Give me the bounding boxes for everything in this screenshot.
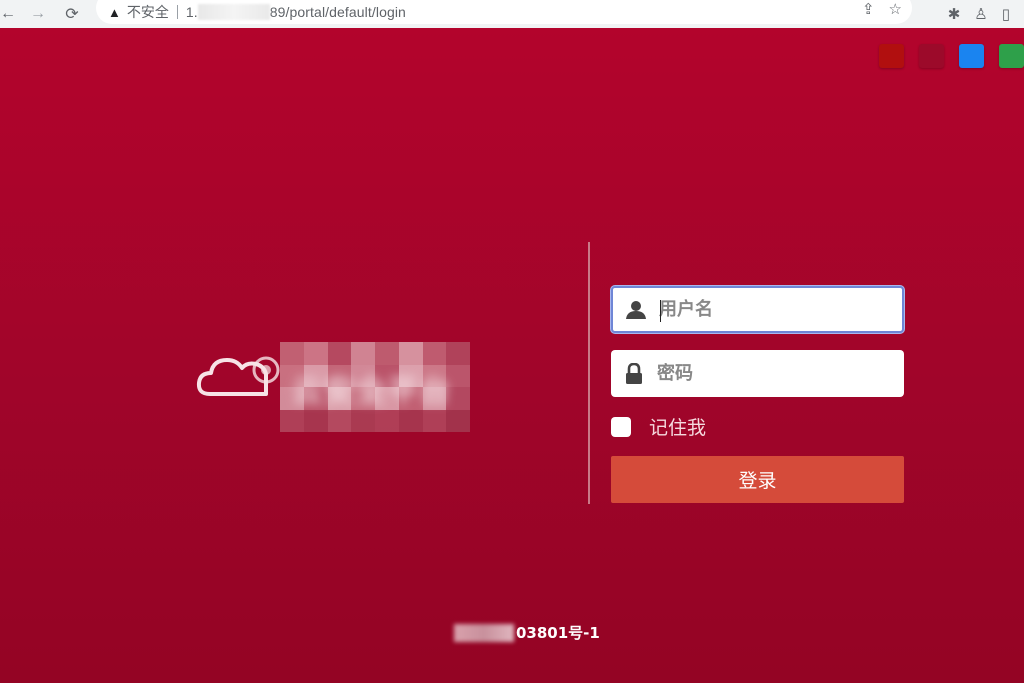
profile-extension-icon[interactable]: ♙: [974, 5, 987, 23]
remember-me: 记住我: [611, 413, 904, 440]
password-input[interactable]: [657, 363, 887, 384]
user-icon: [613, 300, 659, 320]
brand-logo: 云安全平台: [196, 340, 476, 432]
url-suffix: 89/portal/default/login: [269, 4, 406, 20]
bookmark-star-icon[interactable]: ☆: [889, 0, 902, 18]
security-label: 不安全: [126, 4, 169, 20]
reload-icon[interactable]: ⟳: [58, 0, 86, 28]
omnibox-separator: [176, 5, 178, 19]
share-icon[interactable]: ⇪: [862, 0, 875, 18]
browser-toolbar: ← → ⟳ ▲ 不安全 1. 89/portal/default/login ⇪…: [0, 0, 1024, 28]
theme-swatch[interactable]: [919, 44, 944, 68]
vertical-divider: [588, 242, 590, 504]
lock-icon: [611, 362, 657, 385]
password-field[interactable]: [611, 350, 904, 397]
login-button[interactable]: 登录: [611, 456, 904, 503]
url-prefix: 1.: [185, 4, 198, 20]
back-arrow-icon[interactable]: ←: [0, 0, 16, 28]
brand-text: 云安全平台: [292, 375, 452, 408]
remember-me-checkbox[interactable]: [611, 416, 631, 437]
side-panel-icon[interactable]: ▯: [1002, 5, 1010, 23]
extensions-puzzle-icon[interactable]: ✱: [948, 5, 961, 23]
remember-me-label[interactable]: 记住我: [649, 413, 706, 440]
theme-swatch[interactable]: [879, 44, 904, 68]
address-bar[interactable]: ▲ 不安全 1. 89/portal/default/login ⇪ ☆: [96, 0, 912, 24]
login-form: 记住我 登录: [611, 286, 904, 503]
theme-swatch[interactable]: [959, 44, 984, 68]
username-field[interactable]: [611, 286, 904, 333]
text-caret: [660, 300, 661, 322]
icp-redacted: [454, 623, 514, 642]
url-redacted: [197, 4, 270, 20]
theme-swatches: [879, 44, 1024, 68]
icp-text[interactable]: 03801号-1: [516, 622, 600, 643]
icp-footer: 03801号-1: [454, 622, 600, 643]
forward-arrow-icon[interactable]: →: [24, 0, 52, 28]
theme-swatch[interactable]: [999, 44, 1024, 68]
username-input[interactable]: [659, 299, 889, 320]
warning-icon: ▲: [108, 4, 121, 20]
login-page: 云安全平台 记住我 登录 03801号-1: [0, 28, 1024, 683]
